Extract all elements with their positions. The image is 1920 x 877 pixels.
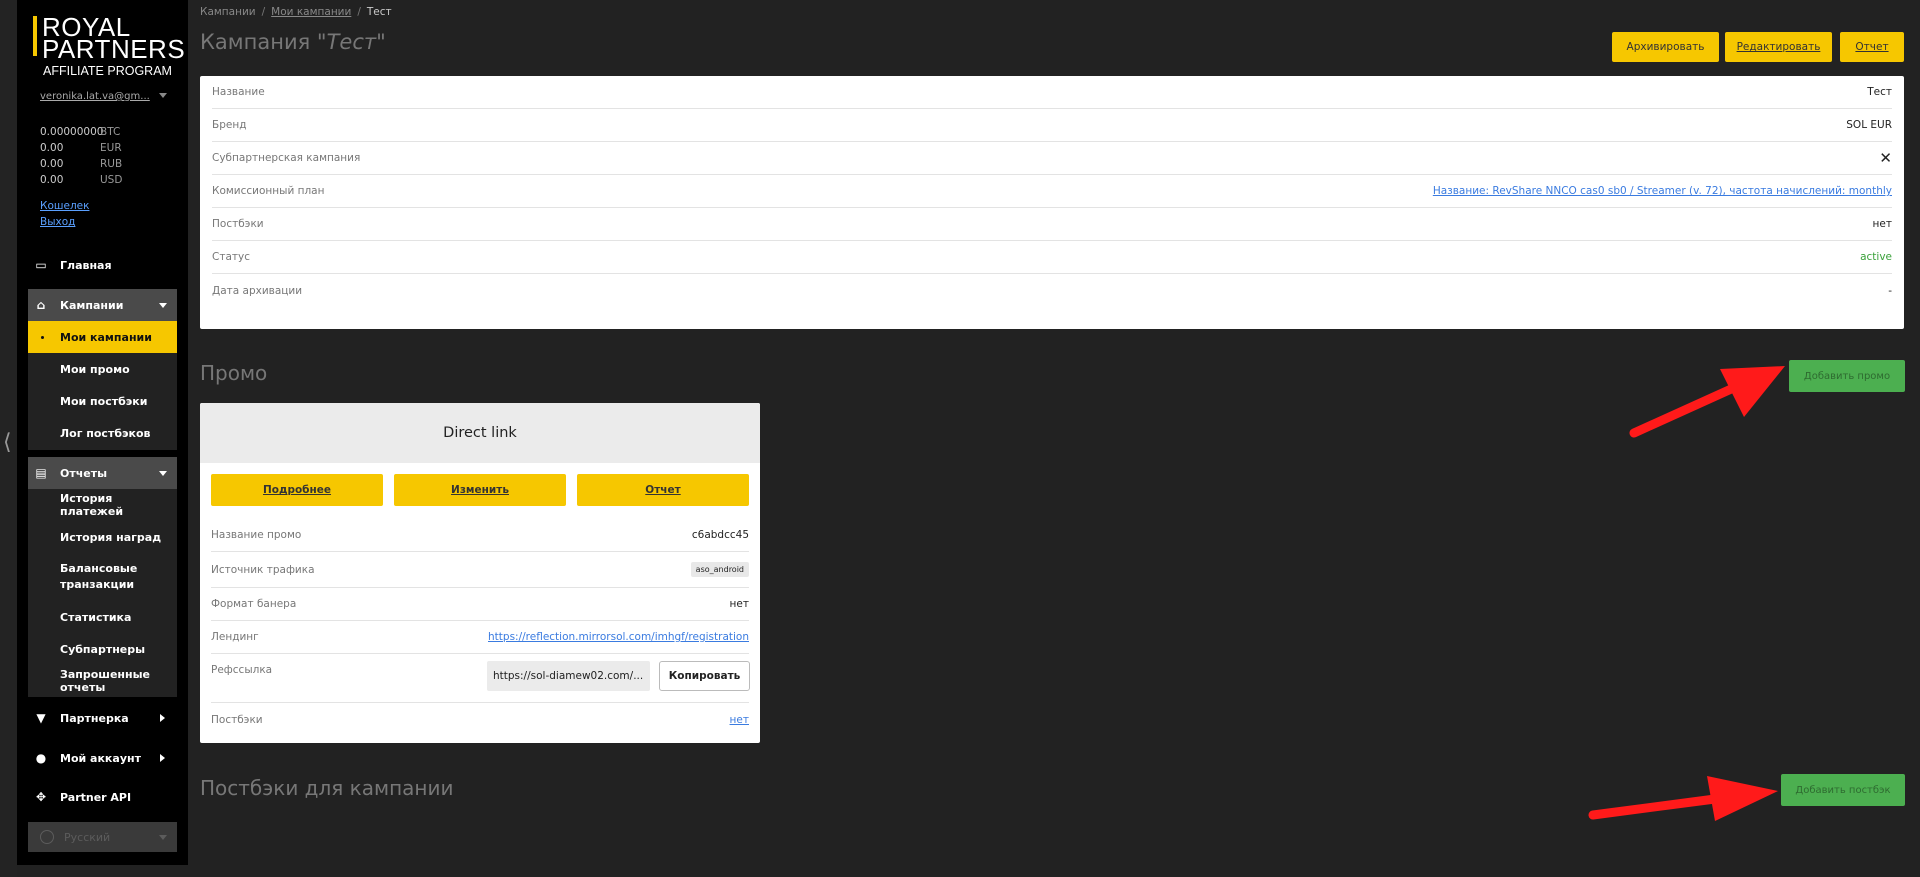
ref-link-field[interactable]: https://sol-diamew02.com/...: [487, 661, 650, 691]
promo-postbacks-link[interactable]: нет: [730, 714, 749, 726]
detail-row: Постбэки нет: [212, 208, 1892, 241]
nav-subpartners[interactable]: Субпартнеры: [28, 633, 177, 665]
nav-my-campaigns[interactable]: Мои кампании: [28, 321, 177, 353]
campaign-details-card: Название Тест Бренд SOL EUR Субпартнерск…: [200, 76, 1904, 329]
breadcrumb: Кампании / Мои кампании / Тест: [200, 6, 392, 18]
promo-row: Постбэки нет: [211, 713, 749, 726]
detail-row: Комиссионный план Название: RevShare NNC…: [212, 175, 1892, 208]
promo-report-button[interactable]: Отчет: [577, 474, 749, 506]
house-icon: ⌂: [36, 298, 46, 312]
sidebar-collapse-strip[interactable]: ⟨: [0, 0, 17, 877]
add-postback-button[interactable]: Добавить постбэк: [1781, 774, 1905, 806]
balance-eur: 0.00 EUR: [40, 142, 122, 154]
chevron-down-icon: [159, 835, 167, 840]
logout-link[interactable]: Выход: [40, 216, 75, 228]
chevron-down-icon: [159, 303, 167, 308]
detail-row: Статус active: [212, 241, 1892, 274]
nav-my-account[interactable]: ● Мой аккаунт: [28, 742, 177, 774]
nav-statistics[interactable]: Статистика: [28, 601, 177, 633]
detail-row: Дата архивации -: [212, 285, 1892, 297]
nav-my-account-label: Мой аккаунт: [60, 751, 141, 765]
nav-postback-log[interactable]: Лог постбэков: [28, 417, 177, 449]
campaign-name: "Тест": [316, 30, 386, 54]
promo-change-button[interactable]: Изменить: [394, 474, 566, 506]
nav-reports-label: Отчеты: [60, 466, 108, 480]
promo-row: Источник трафика aso_android: [211, 552, 749, 588]
nav-home[interactable]: ▭ Главная: [28, 249, 177, 281]
detail-row: Бренд SOL EUR: [212, 109, 1892, 142]
traffic-source-tag: aso_android: [690, 562, 749, 577]
nav-requested-reports[interactable]: Запрошенные отчеты: [28, 665, 177, 697]
copy-button[interactable]: Копировать: [659, 661, 750, 691]
promo-section-title: Промо: [200, 361, 268, 385]
detail-row: Название Тест: [212, 76, 1892, 109]
nav-balance-transactions[interactable]: Балансовые транзакции: [28, 553, 148, 601]
archive-button[interactable]: Архивировать: [1612, 32, 1719, 62]
edit-button[interactable]: Редактировать: [1725, 32, 1832, 62]
nav-my-promo[interactable]: Мои промо: [28, 353, 177, 385]
promo-row: Название промо c6abdcc45: [211, 518, 749, 552]
breadcrumb-campaigns[interactable]: Кампании: [200, 6, 256, 18]
collapse-sidebar-icon[interactable]: ⟨: [3, 430, 12, 455]
balance-btc: 0.00000000BTC: [40, 126, 121, 138]
page-title: Кампания "Тест": [200, 30, 386, 54]
annotation-arrow-icon: [1588, 776, 1778, 821]
user-icon: ●: [35, 751, 47, 765]
home-icon: ▭: [35, 258, 47, 272]
balance-rub: 0.00 RUB: [40, 158, 123, 170]
nav-partnerka[interactable]: ▼ Партнерка: [28, 702, 177, 734]
report-button[interactable]: Отчет: [1840, 32, 1904, 62]
language-label: Русский: [64, 830, 111, 844]
language-select[interactable]: Русский: [28, 822, 177, 852]
postback-section-title: Постбэки для кампании: [200, 776, 454, 800]
promo-row: Формат банера нет: [211, 588, 749, 621]
diamond-icon: ▼: [36, 711, 46, 725]
nav-partnerka-label: Партнерка: [60, 711, 129, 725]
chevron-right-icon: [160, 714, 165, 722]
nav-campaigns[interactable]: ⌂ Кампании: [28, 289, 177, 321]
logo-accent-bar: [33, 16, 37, 56]
nav-reports[interactable]: ▤ Отчеты: [28, 457, 177, 489]
wallet-link[interactable]: Кошелек: [40, 200, 89, 212]
nav-home-label: Главная: [60, 258, 112, 272]
move-icon: ✥: [35, 790, 47, 804]
add-promo-button[interactable]: Добавить промо: [1789, 360, 1905, 392]
chevron-down-icon[interactable]: [159, 93, 167, 98]
promo-details-button[interactable]: Подробнее: [211, 474, 383, 506]
promo-card-title: Direct link: [200, 403, 760, 463]
sidebar: ROYAL PARTNERS AFFILIATE PROGRAM veronik…: [17, 0, 188, 865]
nav-partner-api-label: Partner API: [60, 790, 132, 804]
nav-payment-history[interactable]: История платежей: [28, 489, 177, 521]
nav-campaigns-label: Кампании: [60, 298, 124, 312]
breadcrumb-current: Тест: [366, 6, 392, 18]
nav-group-reports: ▤ Отчеты История платежей История наград…: [28, 457, 177, 697]
annotation-arrow-icon: [1629, 366, 1785, 438]
promo-card: Direct link Подробнее Изменить Отчет Наз…: [200, 403, 760, 743]
breadcrumb-my-campaigns[interactable]: Мои кампании: [271, 6, 351, 18]
balance-usd: 0.00 USD: [40, 174, 123, 186]
nav-group-campaigns: ⌂ Кампании Мои кампании Мои промо Мои по…: [28, 289, 177, 450]
nav-reward-history[interactable]: История наград: [28, 521, 177, 553]
clipboard-icon: ▤: [35, 466, 47, 480]
globe-icon: [40, 830, 54, 844]
landing-link[interactable]: https://reflection.mirrorsol.com/imhgf/r…: [488, 631, 749, 643]
nav-partner-api[interactable]: ✥ Partner API: [28, 781, 177, 813]
detail-row: Субпартнерская кампания ✕: [212, 142, 1892, 175]
logo-line-2: PARTNERS: [42, 34, 186, 64]
close-icon: ✕: [1879, 149, 1892, 167]
nav-my-postbacks[interactable]: Мои постбэки: [28, 385, 177, 417]
status-badge: active: [1860, 251, 1892, 263]
chevron-right-icon: [160, 754, 165, 762]
logo-line-3: AFFILIATE PROGRAM: [43, 64, 172, 78]
promo-row: Лендинг https://reflection.mirrorsol.com…: [211, 621, 749, 654]
commission-plan-link[interactable]: Название: RevShare NNCO cas0 sb0 / Strea…: [1433, 185, 1892, 197]
chevron-down-icon: [159, 471, 167, 476]
account-email-dropdown[interactable]: veronika.lat.va@gm...: [40, 91, 150, 102]
